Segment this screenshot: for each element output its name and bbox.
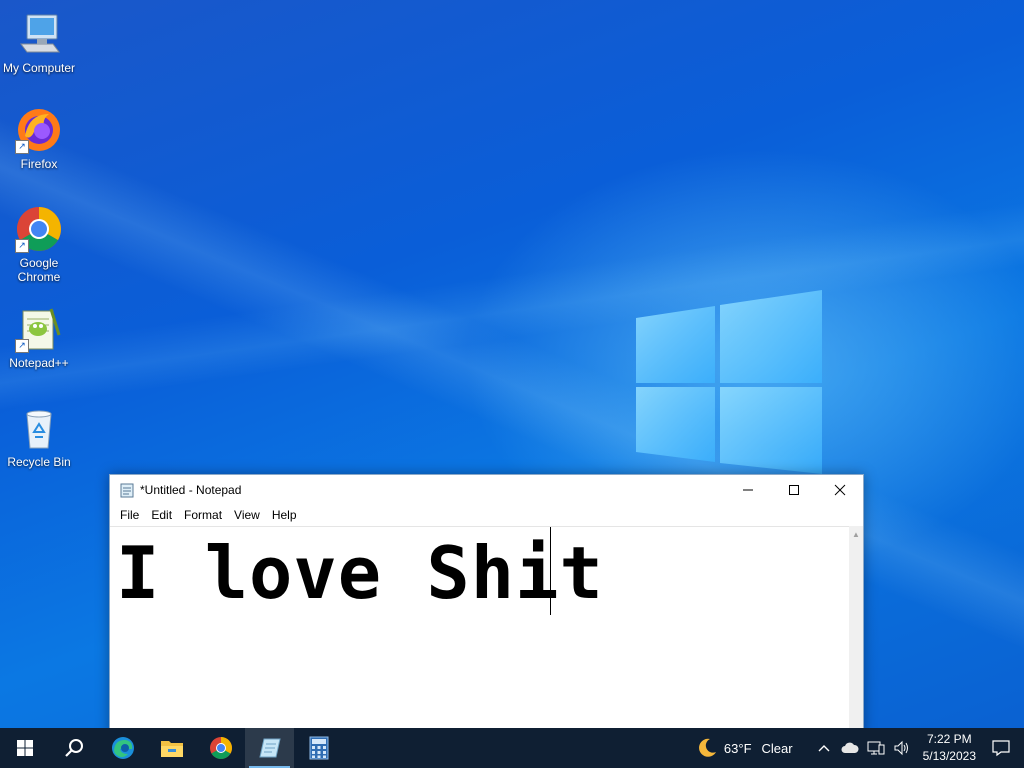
notepad-window[interactable]: *Untitled - Notepad File Edit Format Vie…	[109, 474, 864, 736]
maximize-button[interactable]	[771, 475, 817, 504]
shortcut-arrow-icon: ↗	[15, 140, 29, 154]
weather-condition: Clear	[761, 740, 793, 756]
taskbar-chrome[interactable]	[196, 728, 245, 768]
onedrive-button[interactable]	[839, 737, 861, 759]
taskbar: 63°F Clear 7:22 PM 5/13/2023	[0, 728, 1024, 768]
action-center-icon	[992, 740, 1010, 757]
menu-bar: File Edit Format View Help	[110, 504, 863, 526]
menu-help[interactable]: Help	[266, 508, 303, 522]
window-title: *Untitled - Notepad	[140, 482, 242, 497]
close-button[interactable]	[817, 475, 863, 504]
editor-content: I love Shit	[116, 531, 604, 615]
desktop-icon-label: Notepad++	[9, 356, 69, 370]
notepad-icon	[120, 483, 134, 497]
desktop-icon-label: Google Chrome	[17, 256, 61, 284]
file-explorer-icon	[160, 741, 183, 757]
notifications-button[interactable]	[990, 737, 1012, 759]
desktop-icon-my-computer[interactable]: My Computer	[0, 10, 79, 75]
cloud-icon	[841, 742, 859, 753]
desktop-icon-label: Firefox	[20, 157, 58, 171]
text-caret	[550, 527, 551, 615]
volume-button[interactable]	[891, 737, 913, 759]
clock-date: 5/13/2023	[922, 749, 976, 763]
menu-view[interactable]: View	[228, 508, 266, 522]
maximize-icon	[789, 484, 799, 495]
start-button[interactable]	[0, 728, 49, 768]
computer-icon	[15, 10, 63, 58]
weather-widget[interactable]: 63°F Clear	[696, 737, 793, 759]
desktop-icon-recycle-bin[interactable]: Recycle Bin	[0, 404, 79, 469]
windows-logo-wallpaper	[636, 290, 822, 474]
chevron-up-icon	[818, 745, 830, 752]
search-icon	[64, 739, 83, 757]
network-icon	[867, 741, 885, 755]
moon-icon	[698, 738, 716, 757]
text-editor-area[interactable]: I love Shit I	[110, 526, 849, 735]
edge-icon	[111, 737, 134, 759]
notepadpp-icon: ↗	[15, 305, 63, 353]
taskbar-edge[interactable]	[98, 728, 147, 768]
desktop-icon-notepad-plus-plus[interactable]: ↗ Notepad++	[0, 305, 79, 370]
firefox-icon: ↗	[15, 106, 63, 154]
menu-format[interactable]: Format	[178, 508, 228, 522]
minimize-icon	[743, 489, 753, 490]
notepad-icon	[258, 738, 281, 758]
desktop-icon-firefox[interactable]: ↗ Firefox	[0, 106, 79, 171]
vertical-scrollbar[interactable]: ▲	[849, 526, 863, 735]
taskbar-calculator[interactable]	[294, 728, 343, 768]
scroll-up-icon[interactable]: ▲	[852, 530, 860, 539]
start-icon	[16, 740, 33, 756]
desktop-icon-google-chrome[interactable]: ↗ Google Chrome	[0, 205, 79, 284]
desktop-icon-label: Recycle Bin	[7, 455, 71, 469]
shortcut-arrow-icon: ↗	[15, 339, 29, 353]
calculator-icon	[309, 736, 328, 760]
menu-file[interactable]: File	[114, 508, 145, 522]
system-tray: 63°F Clear 7:22 PM 5/13/2023	[696, 728, 1024, 768]
notepad-title-bar[interactable]: *Untitled - Notepad	[110, 475, 863, 504]
close-icon	[834, 484, 846, 495]
recycle-bin-icon	[15, 404, 63, 452]
taskbar-file-explorer[interactable]	[147, 728, 196, 768]
weather-temp: 63°F	[723, 740, 752, 756]
desktop-icon-label: My Computer	[2, 61, 76, 75]
taskbar-clock[interactable]: 7:22 PM 5/13/2023	[923, 731, 976, 765]
search-button[interactable]	[49, 728, 98, 768]
ibeam-cursor-icon: I	[573, 567, 584, 588]
taskbar-notepad[interactable]	[245, 728, 294, 768]
minimize-button[interactable]	[725, 475, 771, 504]
show-hidden-icons-button[interactable]	[813, 737, 835, 759]
menu-edit[interactable]: Edit	[145, 508, 178, 522]
network-button[interactable]	[865, 737, 887, 759]
chrome-icon: ↗	[15, 205, 63, 253]
shortcut-arrow-icon: ↗	[15, 239, 29, 253]
clock-time: 7:22 PM	[926, 732, 972, 746]
chrome-icon	[209, 737, 232, 759]
speaker-icon	[894, 740, 908, 756]
